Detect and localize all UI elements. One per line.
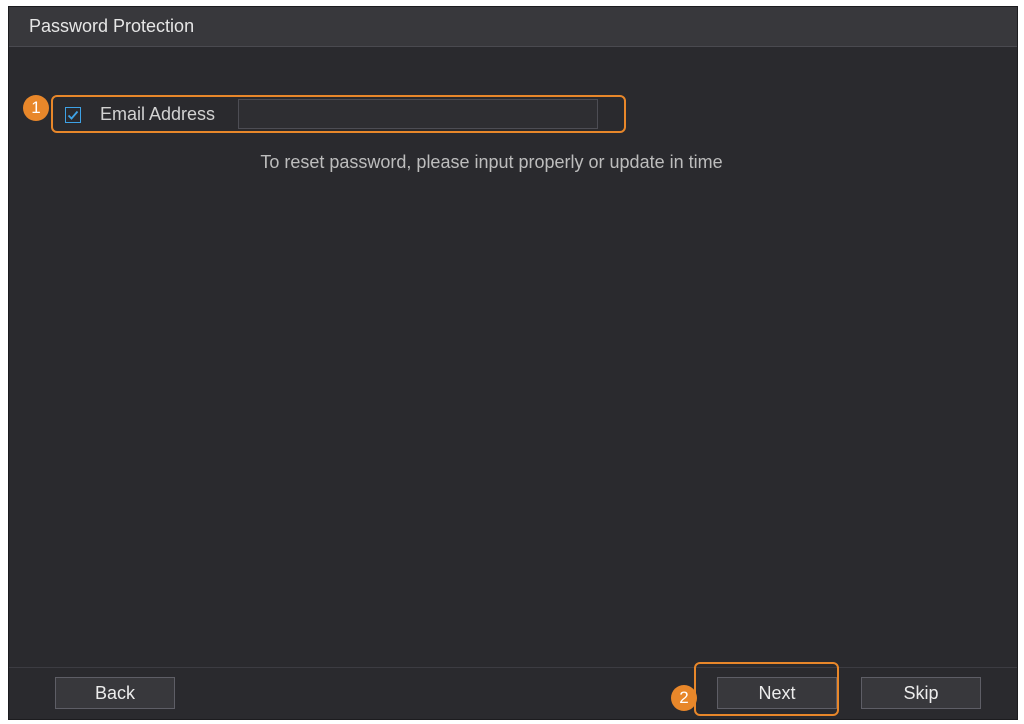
email-address-input[interactable] [238, 99, 598, 129]
step-marker-1: 1 [23, 95, 49, 121]
email-checkbox[interactable] [65, 107, 81, 123]
skip-button[interactable]: Skip [861, 677, 981, 709]
reset-password-hint: To reset password, please input properly… [260, 152, 723, 172]
checkmark-icon [67, 110, 79, 120]
email-field-row: Email Address [51, 95, 626, 133]
dialog-titlebar: Password Protection [9, 7, 1017, 47]
email-address-label: Email Address [100, 104, 216, 124]
next-button-highlight [694, 662, 839, 716]
password-protection-dialog: Password Protection Email Address To res… [8, 6, 1018, 720]
step-marker-2: 2 [671, 685, 697, 711]
dialog-title: Password Protection [29, 16, 195, 36]
back-button[interactable]: Back [55, 677, 175, 709]
dialog-footer: Back Next Skip [9, 667, 1017, 719]
